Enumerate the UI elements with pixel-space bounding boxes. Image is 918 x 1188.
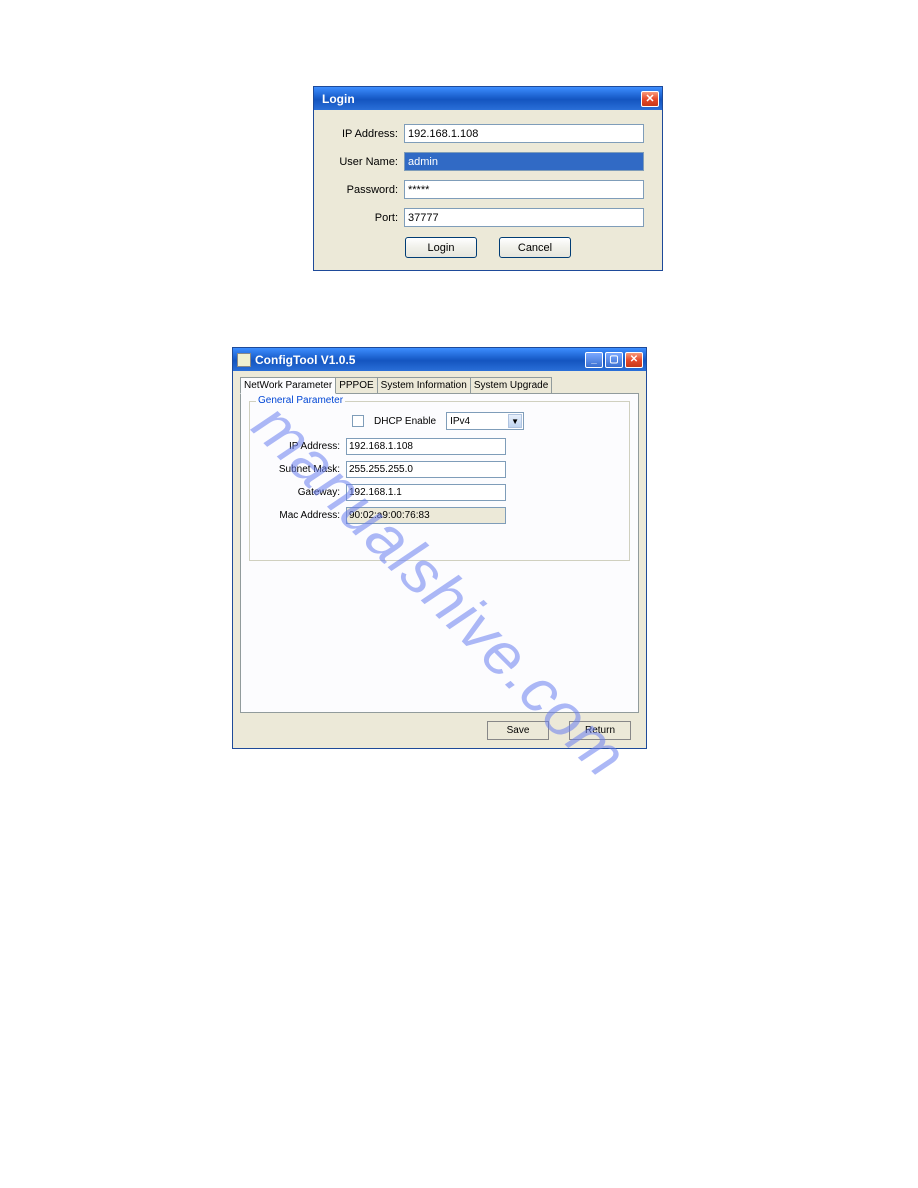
dhcp-row: DHCP Enable IPv4 ▼ [258, 412, 621, 430]
maximize-button[interactable]: ▢ [605, 352, 623, 368]
config-window: ConfigTool V1.0.5 _ ▢ ✕ NetWork Paramete… [232, 347, 647, 749]
close-icon: ✕ [630, 354, 638, 365]
login-title: Login [322, 92, 355, 106]
login-button[interactable]: Login [405, 237, 477, 258]
cfg-ip-input[interactable] [346, 438, 506, 455]
title-left: ConfigTool V1.0.5 [237, 353, 355, 367]
tab-network[interactable]: NetWork Parameter [240, 377, 336, 394]
cfg-subnet-label: Subnet Mask: [258, 464, 346, 475]
tab-sysinfo[interactable]: System Information [377, 377, 471, 393]
tab-strip: NetWork Parameter PPPOE System Informati… [240, 377, 639, 394]
window-controls: _ ▢ ✕ [585, 352, 643, 368]
username-label: User Name: [332, 156, 404, 168]
cancel-button[interactable]: Cancel [499, 237, 571, 258]
cfg-gateway-input[interactable] [346, 484, 506, 501]
minimize-button[interactable]: _ [585, 352, 603, 368]
close-button[interactable]: ✕ [641, 91, 659, 107]
config-titlebar: ConfigTool V1.0.5 _ ▢ ✕ [233, 348, 646, 371]
ip-address-row: IP Address: [332, 124, 644, 143]
general-legend: General Parameter [256, 395, 345, 406]
cfg-gateway-row: Gateway: [258, 484, 621, 501]
ip-address-input[interactable] [404, 124, 644, 143]
return-button[interactable]: Return [569, 721, 631, 740]
cfg-ip-row: IP Address: [258, 438, 621, 455]
ip-version-select[interactable]: IPv4 ▼ [446, 412, 524, 430]
minimize-icon: _ [591, 354, 597, 365]
cfg-ip-label: IP Address: [258, 441, 346, 452]
general-fieldset: General Parameter DHCP Enable IPv4 ▼ IP … [249, 401, 630, 561]
cfg-mac-input [346, 507, 506, 524]
cfg-subnet-input[interactable] [346, 461, 506, 478]
close-icon: ✕ [645, 92, 654, 105]
config-close-button[interactable]: ✕ [625, 352, 643, 368]
config-title: ConfigTool V1.0.5 [255, 353, 355, 367]
cfg-mac-label: Mac Address: [258, 510, 346, 521]
username-input[interactable]: admin [404, 152, 644, 171]
tab-pppoe[interactable]: PPPOE [335, 377, 377, 393]
port-row: Port: [332, 208, 644, 227]
bottom-buttons: Save Return [240, 721, 639, 740]
login-dialog: Login ✕ IP Address: User Name: admin Pas… [313, 86, 663, 271]
cfg-subnet-row: Subnet Mask: [258, 461, 621, 478]
port-input[interactable] [404, 208, 644, 227]
dhcp-label: DHCP Enable [374, 416, 436, 427]
chevron-down-icon: ▼ [508, 414, 522, 428]
username-row: User Name: admin [332, 152, 644, 171]
password-input[interactable] [404, 180, 644, 199]
save-button[interactable]: Save [487, 721, 549, 740]
dhcp-checkbox[interactable] [352, 415, 364, 427]
app-icon [237, 353, 251, 367]
cfg-gateway-label: Gateway: [258, 487, 346, 498]
login-body: IP Address: User Name: admin Password: P… [314, 110, 662, 270]
tab-sysupgrade[interactable]: System Upgrade [470, 377, 552, 393]
config-body: NetWork Parameter PPPOE System Informati… [233, 371, 646, 748]
tab-content: General Parameter DHCP Enable IPv4 ▼ IP … [240, 393, 639, 713]
login-titlebar: Login ✕ [314, 87, 662, 110]
login-buttons: Login Cancel [332, 237, 644, 258]
cfg-mac-row: Mac Address: [258, 507, 621, 524]
ip-address-label: IP Address: [332, 128, 404, 140]
password-label: Password: [332, 184, 404, 196]
ip-version-value: IPv4 [450, 416, 470, 427]
port-label: Port: [332, 212, 404, 224]
password-row: Password: [332, 180, 644, 199]
maximize-icon: ▢ [609, 354, 618, 365]
